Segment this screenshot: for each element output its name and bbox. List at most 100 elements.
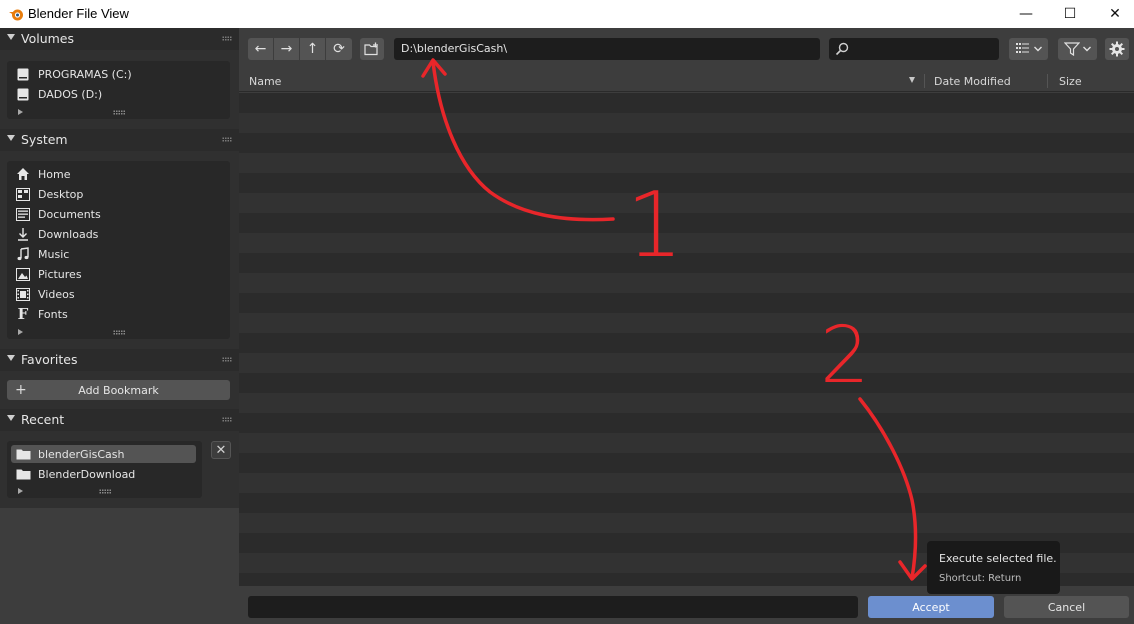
recent-panel-header[interactable]: Recent xyxy=(0,409,239,431)
system-item-label: Videos xyxy=(38,287,75,301)
add-bookmark-label: Add Bookmark xyxy=(78,383,159,397)
recent-item-label: blenderGisCash xyxy=(38,447,125,461)
drive-icon xyxy=(15,86,31,102)
file-list[interactable] xyxy=(239,93,1134,586)
volume-item-label: PROGRAMAS (C:) xyxy=(38,67,132,81)
title-bar: Blender File View — ☐ ✕ xyxy=(0,0,1134,28)
system-item-home[interactable]: Home xyxy=(7,164,230,184)
collapse-triangle-icon xyxy=(7,135,15,141)
window-title: Blender File View xyxy=(28,6,129,21)
forward-button[interactable]: → xyxy=(274,38,300,60)
minimize-button[interactable]: — xyxy=(1003,0,1049,28)
volumes-list: PROGRAMAS (C:) DADOS (D:) xyxy=(7,61,230,119)
filter-dropdown[interactable] xyxy=(1058,38,1097,60)
navigation-buttons: ← → ↑ ⟳ xyxy=(248,38,352,60)
sort-descending-icon[interactable] xyxy=(909,77,915,83)
volume-item-d[interactable]: DADOS (D:) xyxy=(7,84,230,104)
list-view-icon xyxy=(1016,43,1029,53)
display-mode-dropdown[interactable] xyxy=(1009,38,1048,60)
column-separator[interactable] xyxy=(924,74,925,88)
search-input[interactable] xyxy=(853,40,993,58)
add-bookmark-button[interactable]: + Add Bookmark xyxy=(7,380,230,400)
accept-button[interactable]: Accept xyxy=(868,596,994,618)
filename-input[interactable] xyxy=(248,596,858,618)
refresh-button[interactable]: ⟳ xyxy=(326,38,352,60)
folder-icon xyxy=(15,466,31,482)
drag-grip-icon[interactable] xyxy=(222,417,232,422)
system-item-label: Documents xyxy=(38,207,101,221)
accept-tooltip: Execute selected file. Shortcut: Return xyxy=(927,541,1060,594)
parent-directory-button[interactable]: ↑ xyxy=(300,38,326,60)
resize-grip-icon[interactable] xyxy=(112,330,125,335)
close-button[interactable]: ✕ xyxy=(1092,0,1134,28)
remove-recent-button[interactable]: ✕ xyxy=(211,441,231,459)
cancel-button[interactable]: Cancel xyxy=(1004,596,1129,618)
system-item-documents[interactable]: Documents xyxy=(7,204,230,224)
volumes-header-label: Volumes xyxy=(21,31,75,46)
volumes-panel-header[interactable]: Volumes xyxy=(0,28,239,50)
pictures-icon xyxy=(15,266,31,282)
filter-icon xyxy=(1064,42,1080,56)
system-list: Home Desktop Documents Downloads Music P… xyxy=(7,161,230,339)
column-name[interactable]: Name xyxy=(249,75,281,88)
home-icon xyxy=(15,166,31,182)
system-item-fonts[interactable]: F Fonts xyxy=(7,304,230,324)
gear-icon xyxy=(1109,41,1125,57)
column-separator[interactable] xyxy=(1047,74,1048,88)
volume-item-c[interactable]: PROGRAMAS (C:) xyxy=(7,64,230,84)
drag-grip-icon[interactable] xyxy=(222,357,232,362)
directory-path-field[interactable]: D:\blenderGisCash\ xyxy=(394,38,820,60)
search-field[interactable] xyxy=(829,38,999,60)
resize-grip-icon[interactable] xyxy=(112,110,125,115)
system-item-music[interactable]: Music xyxy=(7,244,230,264)
collapse-triangle-icon xyxy=(7,415,15,421)
download-icon xyxy=(15,226,31,242)
maximize-button[interactable]: ☐ xyxy=(1047,0,1093,28)
system-item-downloads[interactable]: Downloads xyxy=(7,224,230,244)
drag-grip-icon[interactable] xyxy=(222,137,232,142)
expand-triangle-icon[interactable] xyxy=(18,109,23,115)
search-icon xyxy=(835,42,849,56)
sidebar-empty-area xyxy=(0,508,239,624)
resize-grip-icon[interactable] xyxy=(98,489,111,494)
videos-icon xyxy=(15,286,31,302)
column-size[interactable]: Size xyxy=(1059,75,1082,88)
settings-button[interactable] xyxy=(1105,38,1129,60)
back-button[interactable]: ← xyxy=(248,38,274,60)
recent-header-label: Recent xyxy=(21,412,65,427)
desktop-icon xyxy=(15,186,31,202)
folder-icon xyxy=(15,446,31,462)
file-list-header: Name Date Modified Size xyxy=(239,70,1134,92)
music-icon xyxy=(15,246,31,262)
drag-grip-icon[interactable] xyxy=(222,36,232,41)
recent-item-blenderdownload[interactable]: BlenderDownload xyxy=(7,464,202,484)
system-item-desktop[interactable]: Desktop xyxy=(7,184,230,204)
tooltip-description: Execute selected file. xyxy=(939,552,1057,565)
recent-list: blenderGisCash BlenderDownload xyxy=(7,441,202,498)
system-item-label: Downloads xyxy=(38,227,99,241)
system-item-label: Music xyxy=(38,247,70,261)
chevron-down-icon xyxy=(1034,46,1042,52)
new-folder-icon xyxy=(364,42,378,56)
system-item-label: Fonts xyxy=(38,307,68,321)
system-item-label: Home xyxy=(38,167,71,181)
file-browser-toolbar: ← → ↑ ⟳ D:\blenderGisCash\ xyxy=(239,28,1134,70)
column-date-modified[interactable]: Date Modified xyxy=(934,75,1011,88)
expand-triangle-icon[interactable] xyxy=(18,488,23,494)
plus-icon: + xyxy=(15,382,27,398)
sidebar: Volumes PROGRAMAS (C:) DADOS (D:) System xyxy=(0,28,239,624)
volume-item-label: DADOS (D:) xyxy=(38,87,103,101)
system-item-pictures[interactable]: Pictures xyxy=(7,264,230,284)
new-folder-button[interactable] xyxy=(360,38,384,60)
fonts-icon: F xyxy=(17,305,29,323)
tooltip-shortcut: Shortcut: Return xyxy=(939,573,1022,584)
favorites-panel-header[interactable]: Favorites xyxy=(0,349,239,371)
system-item-label: Pictures xyxy=(38,267,82,281)
expand-triangle-icon[interactable] xyxy=(18,329,23,335)
collapse-triangle-icon xyxy=(7,355,15,361)
system-panel-header[interactable]: System xyxy=(0,129,239,151)
collapse-triangle-icon xyxy=(7,34,15,40)
recent-item-blendergiscash[interactable]: blenderGisCash xyxy=(7,444,202,464)
system-item-label: Desktop xyxy=(38,187,84,201)
system-item-videos[interactable]: Videos xyxy=(7,284,230,304)
